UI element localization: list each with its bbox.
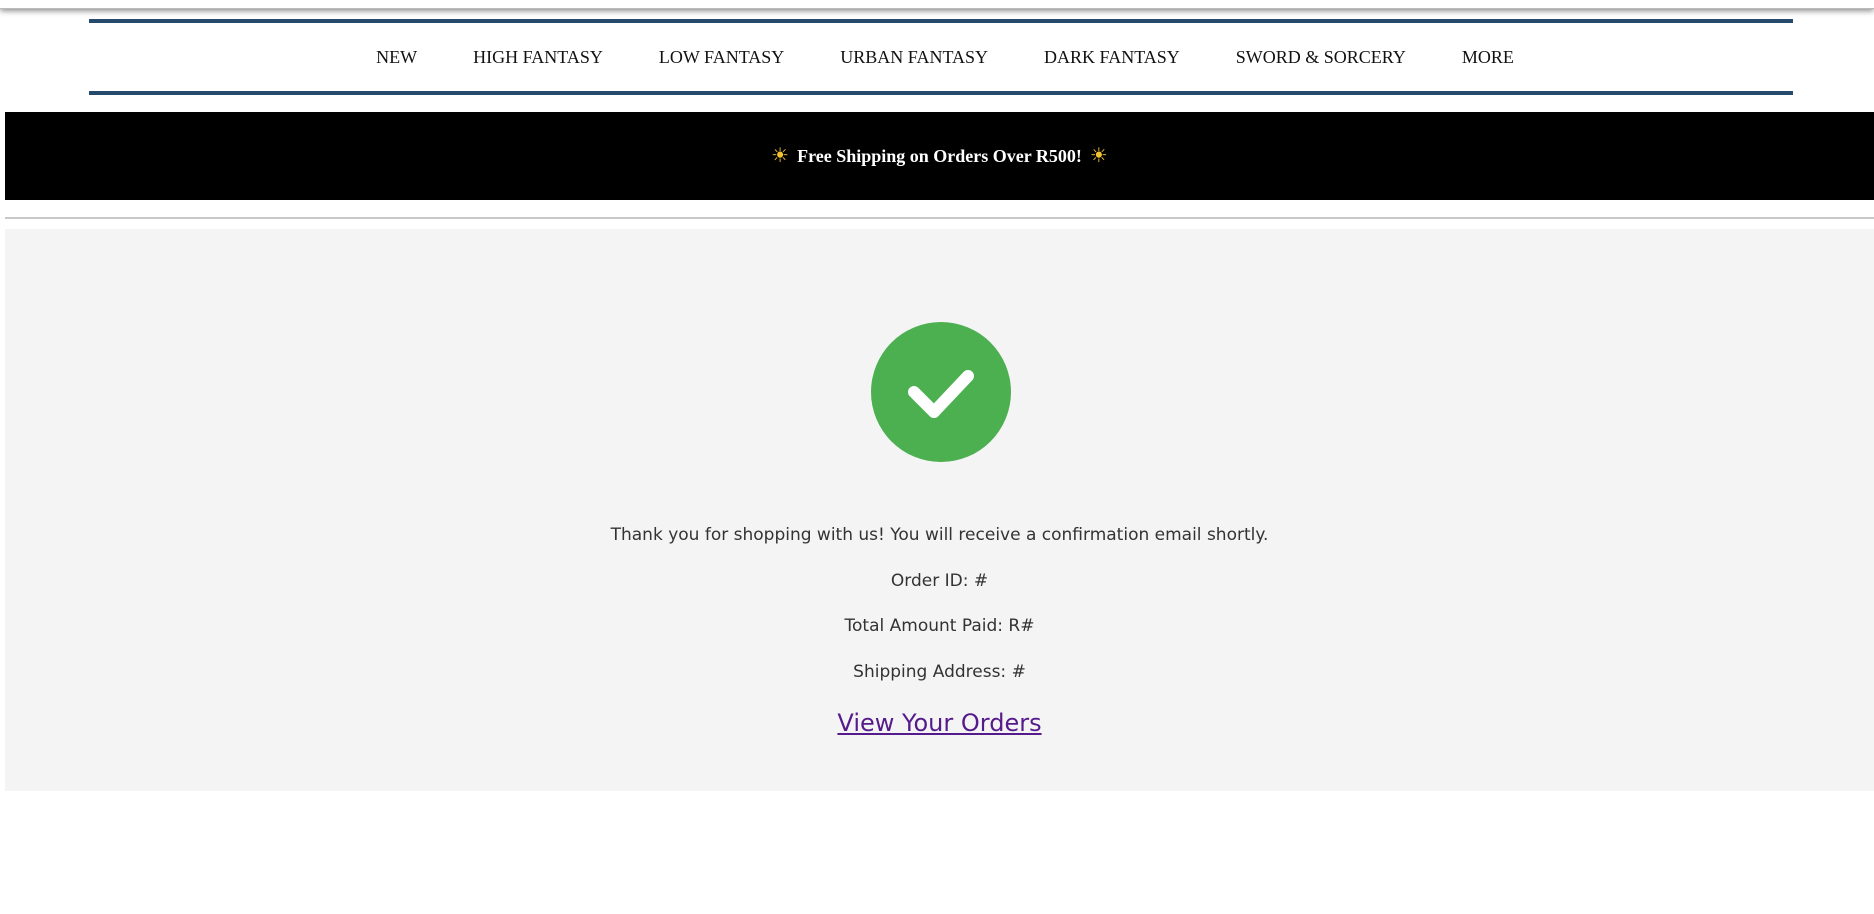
view-orders-container: View Your Orders [5, 709, 1874, 737]
top-bar-shadow [0, 0, 1874, 9]
check-circle-icon [871, 322, 1011, 462]
nav-item-dark-fantasy[interactable]: DARK FANTASY [1016, 47, 1208, 68]
nav-list: NEW HIGH FANTASY LOW FANTASY URBAN FANTA… [348, 47, 1542, 68]
nav-item-urban-fantasy[interactable]: URBAN FANTASY [812, 47, 1016, 68]
nav-item-new[interactable]: NEW [348, 47, 445, 68]
banner-text: Free Shipping on Orders Over R500! [797, 145, 1082, 166]
nav-item-more[interactable]: MORE [1434, 47, 1542, 68]
nav-item-low-fantasy[interactable]: LOW FANTASY [631, 47, 812, 68]
section-divider [5, 217, 1874, 219]
sun-icon: ☀ [1089, 145, 1108, 167]
total-amount-paid: Total Amount Paid: R# [844, 616, 1035, 636]
nav-item-sword-sorcery[interactable]: SWORD & SORCERY [1208, 47, 1434, 68]
order-confirmation-panel: Thank you for shopping with us! You will… [5, 229, 1874, 791]
shipping-address: Shipping Address: # [853, 662, 1026, 682]
nav-item-high-fantasy[interactable]: HIGH FANTASY [445, 47, 631, 68]
checkmark-icon [908, 370, 974, 418]
banner-content: ☀ Free Shipping on Orders Over R500! ☀ [771, 146, 1108, 167]
thank-you-message: Thank you for shopping with us! You will… [610, 525, 1269, 545]
sun-icon: ☀ [771, 145, 790, 167]
order-id: Order ID: # [890, 571, 989, 591]
view-orders-link[interactable]: View Your Orders [837, 709, 1041, 737]
main-navigation: NEW HIGH FANTASY LOW FANTASY URBAN FANTA… [89, 19, 1793, 95]
free-shipping-banner: ☀ Free Shipping on Orders Over R500! ☀ [5, 112, 1874, 200]
